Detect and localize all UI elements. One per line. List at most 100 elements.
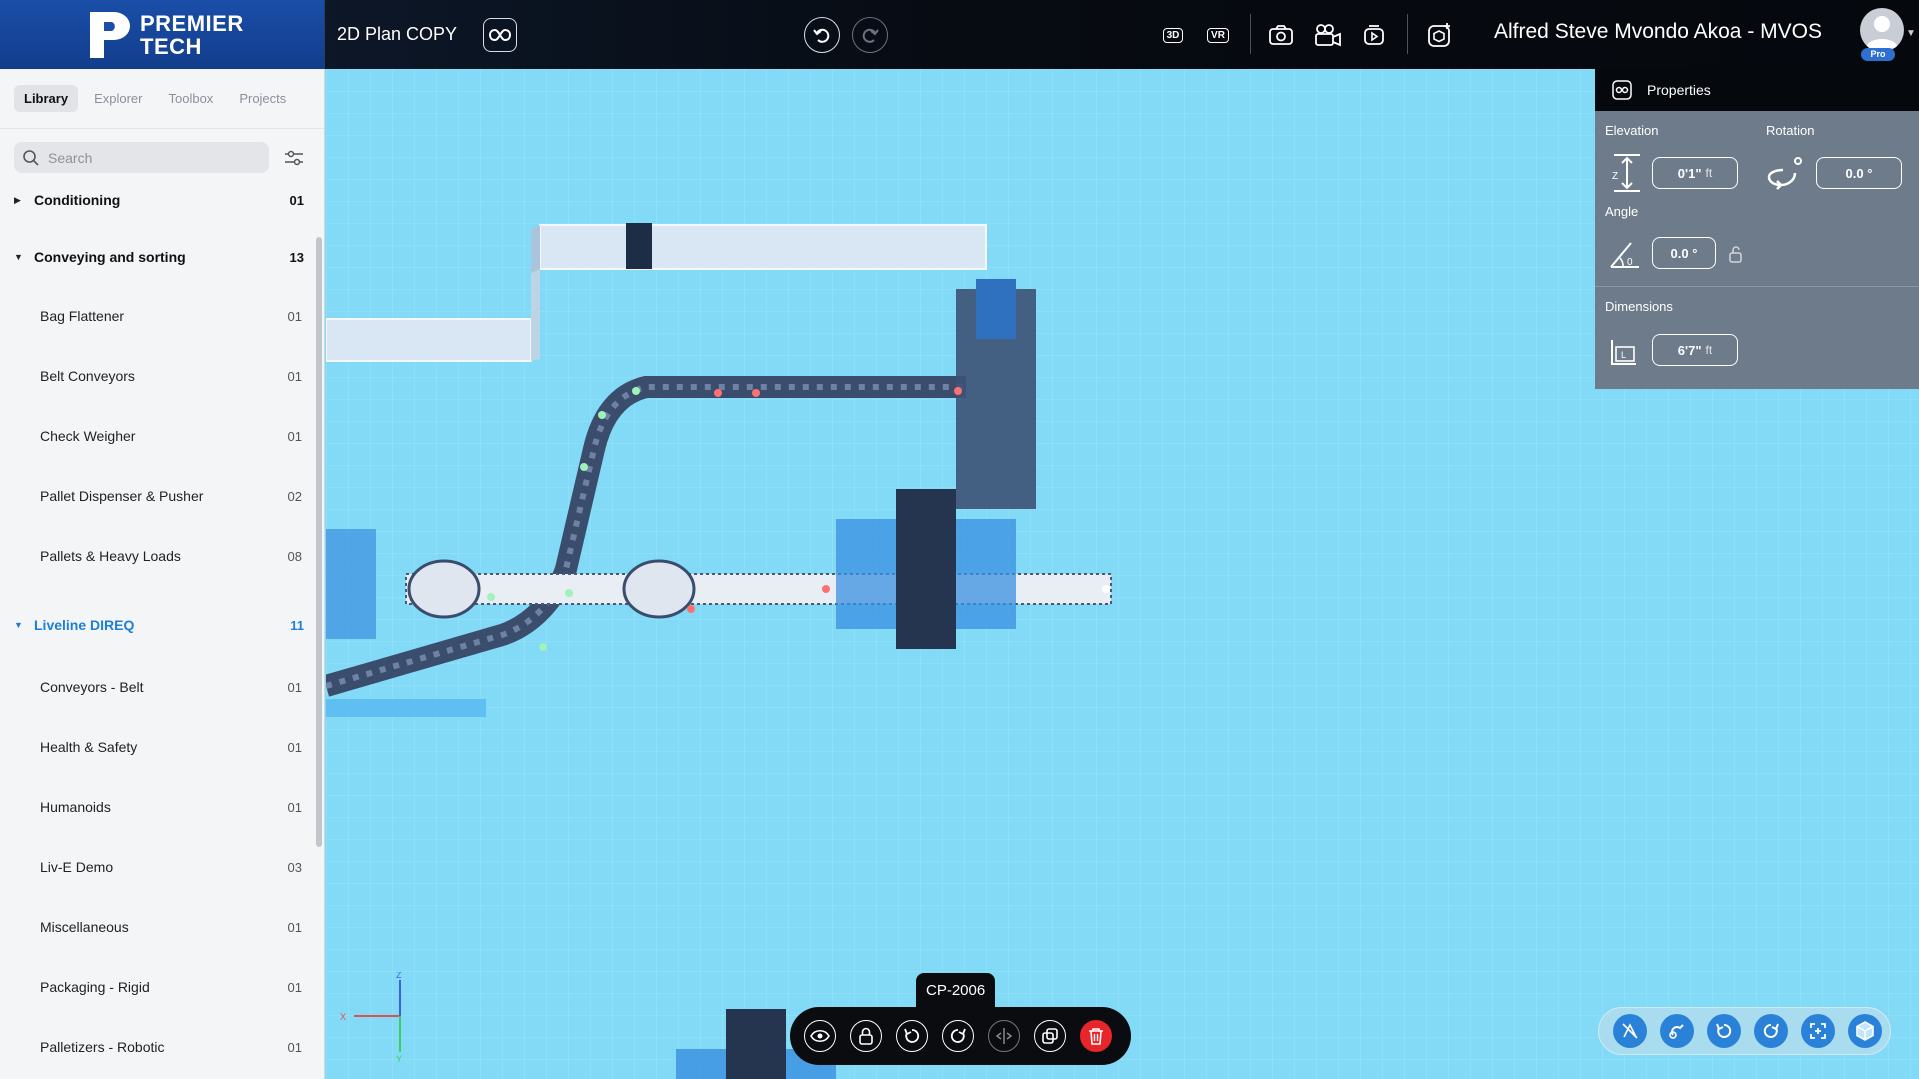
plan-title: 2D Plan COPY — [337, 24, 458, 44]
svg-text:Z: Z — [396, 972, 402, 980]
flip-icon — [995, 1028, 1013, 1044]
category-conveying-and-sorting[interactable]: ▼ Conveying and sorting 13 — [0, 242, 316, 272]
elevation-icon: Z — [1612, 154, 1640, 192]
properties-panel: Properties Elevation Z 0'1" ft Rotation 0… — [1595, 69, 1919, 389]
focus-icon — [1810, 1023, 1826, 1039]
screenshot-button[interactable] — [1266, 20, 1296, 50]
trash-icon — [1089, 1028, 1103, 1045]
svg-text:Y: Y — [396, 1054, 402, 1062]
view-3d-button[interactable]: 3D — [1158, 20, 1188, 50]
focus-selection-button[interactable] — [1801, 1014, 1835, 1048]
list-item[interactable]: Liv-E Demo 03 — [0, 852, 316, 882]
angle-icon: 0 — [1610, 242, 1639, 268]
play-video-button[interactable] — [1359, 20, 1389, 50]
infinity-button[interactable] — [483, 17, 518, 52]
snap-toggle-button[interactable] — [1613, 1014, 1647, 1048]
list-item[interactable]: Palletizers - Robotic 01 — [0, 1032, 316, 1062]
properties-title: Properties — [1647, 82, 1711, 98]
search-box[interactable] — [14, 142, 269, 173]
rotation-label: Rotation — [1766, 123, 1815, 138]
ar-view-button[interactable] — [1425, 20, 1455, 50]
rotate-right-icon — [1763, 1023, 1779, 1038]
category-conditioning[interactable]: ▶ Conditioning 01 — [0, 185, 316, 215]
rotation-icon — [1767, 157, 1802, 190]
redo-icon — [862, 28, 879, 43]
list-item[interactable]: Pallet Dispenser & Pusher 02 — [0, 481, 316, 511]
camera-icon — [1269, 25, 1293, 45]
dimensions-label: Dimensions — [1605, 299, 1673, 314]
toolbar-separator — [1407, 14, 1408, 54]
magnet-button[interactable] — [1660, 1014, 1694, 1048]
video-camera-icon — [1315, 24, 1341, 47]
sidebar-scrollbar[interactable] — [316, 237, 322, 847]
view-cube-button[interactable] — [1848, 1014, 1882, 1048]
visibility-button[interactable] — [804, 1020, 836, 1052]
axis-gizmo: X Z Y — [340, 972, 402, 1062]
view-vr-button[interactable]: VR — [1203, 20, 1233, 50]
top-bar: PREMIER TECH 2D Plan COPY 3D VR Alfred S… — [0, 0, 1919, 69]
selected-object-label: CP-2006 — [916, 973, 996, 1007]
list-item[interactable]: Health & Safety 01 — [0, 732, 316, 762]
svg-text:Z: Z — [1612, 171, 1618, 182]
rotation-field[interactable]: 0.0 ° — [1816, 157, 1902, 189]
tab-library[interactable]: Library — [14, 85, 79, 112]
lock-icon — [859, 1027, 873, 1045]
list-item[interactable]: Miscellaneous 01 — [0, 912, 316, 942]
list-item[interactable]: Check Weigher 01 — [0, 421, 316, 451]
list-item[interactable]: Belt Conveyors 01 — [0, 361, 316, 391]
tab-projects[interactable]: Projects — [229, 85, 296, 112]
list-item[interactable]: Packaging - Rigid 01 — [0, 972, 316, 1002]
list-item[interactable]: Conveyors - Belt 01 — [0, 672, 316, 702]
rotate-right-icon — [950, 1028, 966, 1043]
view-controls — [1598, 1007, 1891, 1055]
premier-tech-logo-icon — [90, 11, 130, 58]
redo-button[interactable] — [852, 17, 888, 53]
duplicate-button[interactable] — [1034, 1020, 1066, 1052]
user-avatar[interactable] — [1860, 8, 1904, 52]
chevron-down-icon[interactable]: ▼ — [1906, 28, 1916, 39]
unlock-icon[interactable] — [1727, 245, 1745, 263]
object-toolbar — [790, 1007, 1131, 1065]
user-icon — [1866, 16, 1898, 48]
flip-button[interactable] — [988, 1020, 1020, 1052]
tab-toolbox[interactable]: Toolbox — [159, 85, 224, 112]
pro-badge: Pro — [1861, 48, 1895, 61]
rotate-view-right-button[interactable] — [1754, 1014, 1788, 1048]
tab-explorer[interactable]: Explorer — [84, 85, 152, 112]
properties-icon — [1612, 80, 1632, 100]
elevation-field[interactable]: 0'1" ft — [1652, 157, 1738, 189]
brand-logo[interactable]: PREMIER TECH — [0, 0, 325, 69]
rotate-right-button[interactable] — [942, 1020, 974, 1052]
angle-field[interactable]: 0.0 ° — [1652, 237, 1716, 269]
record-video-button[interactable] — [1313, 20, 1343, 50]
rotate-left-button[interactable] — [896, 1020, 928, 1052]
undo-button[interactable] — [804, 17, 840, 53]
rotate-view-left-button[interactable] — [1707, 1014, 1741, 1048]
dimensions-field[interactable]: 6'7" ft — [1652, 334, 1738, 366]
properties-divider — [1595, 286, 1919, 287]
list-item[interactable]: Humanoids 01 — [0, 792, 316, 822]
list-item[interactable]: Pallets & Heavy Loads 08 — [0, 541, 316, 571]
rotate-left-icon — [1716, 1023, 1732, 1038]
magnet-icon — [1669, 1024, 1684, 1039]
elevation-label: Elevation — [1605, 123, 1659, 138]
search-icon — [23, 149, 39, 166]
play-icon — [1364, 25, 1384, 45]
view-3d-icon: 3D — [1162, 27, 1184, 43]
eye-icon — [810, 1029, 830, 1043]
list-item[interactable]: Bag Flattener 01 — [0, 301, 316, 331]
user-name[interactable]: Alfred Steve Mvondo Akoa - MVOS — [1494, 20, 1822, 44]
lock-button[interactable] — [850, 1020, 882, 1052]
caret-down-icon: ▼ — [14, 252, 23, 262]
properties-header: Properties — [1595, 69, 1919, 111]
delete-button[interactable] — [1080, 1020, 1112, 1052]
sidebar-tabs: Library Explorer Toolbox Projects — [0, 69, 324, 129]
search-input[interactable] — [48, 149, 248, 166]
duplicate-icon — [1042, 1028, 1058, 1044]
category-liveline-direq[interactable]: ▼ Liveline DIREQ 11 — [0, 610, 316, 640]
filter-icon[interactable] — [283, 149, 305, 167]
search-row — [0, 129, 324, 173]
undo-icon — [813, 28, 830, 43]
dimensions-icon: L — [1611, 340, 1636, 365]
angle-label: Angle — [1605, 204, 1639, 219]
